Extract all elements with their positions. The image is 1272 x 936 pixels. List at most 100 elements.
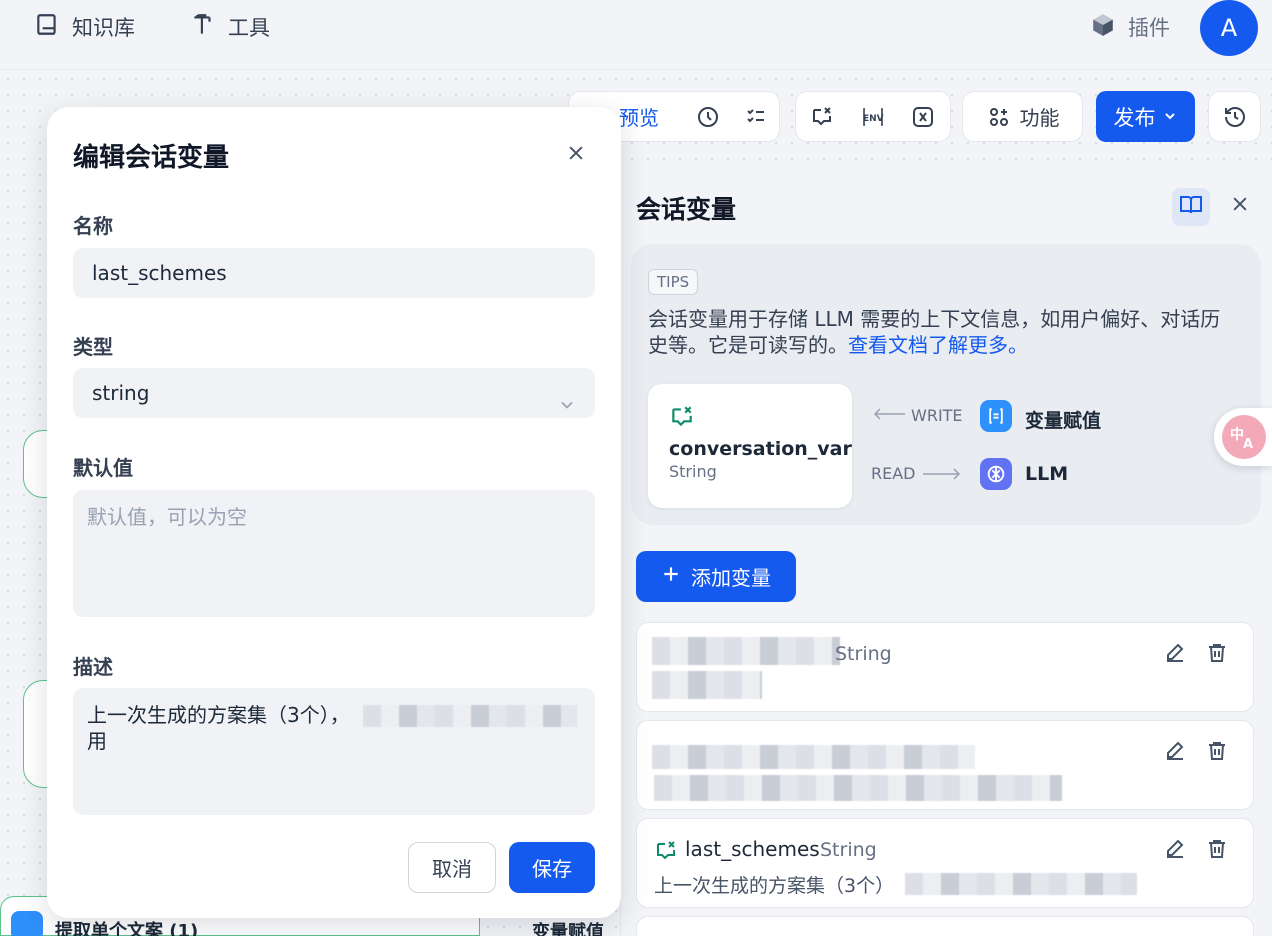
assign-node-label: 变量赋值: [532, 922, 604, 936]
edit-variable-modal: 编辑会话变量 名称 last_schemes 类型 string 默认值 描述 …: [47, 107, 621, 918]
llm-icon: [980, 458, 1012, 490]
add-variable-label: 添加变量: [691, 566, 771, 590]
example-var-name: conversation_var: [669, 438, 852, 460]
default-value-input[interactable]: [73, 490, 595, 617]
tips-tag: TIPS: [648, 269, 699, 295]
conversation-variable-icon[interactable]: [809, 104, 835, 130]
edit-icon[interactable]: [1163, 641, 1187, 669]
env-icon[interactable]: ENV: [860, 104, 886, 130]
modal-close-button[interactable]: [560, 139, 592, 171]
write-label: WRITE: [911, 406, 963, 425]
plus-icon: [661, 564, 681, 589]
description-label: 描述: [73, 655, 113, 679]
grid-plus-icon: [986, 104, 1012, 130]
save-button[interactable]: 保存: [509, 842, 595, 893]
redacted-description: [654, 775, 1062, 801]
type-value: string: [92, 381, 150, 405]
translate-icon: 中A: [1222, 415, 1266, 459]
default-value-label: 默认值: [73, 456, 133, 480]
publish-label: 发布: [1113, 105, 1156, 130]
card-actions: [1163, 641, 1229, 669]
description-line-1: 上一次生成的方案集（3个），: [87, 702, 581, 728]
hammer-icon: [190, 12, 216, 43]
features-button[interactable]: 功能: [962, 91, 1083, 142]
preview-button[interactable]: 预览: [619, 102, 659, 131]
type-label: 类型: [73, 335, 113, 359]
name-input[interactable]: last_schemes: [73, 248, 595, 298]
redacted-name: [652, 745, 975, 769]
chevron-down-icon: [1162, 105, 1178, 129]
nav-tools[interactable]: 工具: [190, 12, 270, 42]
tips-card: TIPS 会话变量用于存储 LLM 需要的上下文信息，如用户偏好、对话历史等。它…: [631, 244, 1261, 525]
translate-float-button[interactable]: 中A: [1214, 408, 1272, 466]
cube-icon: [1090, 12, 1116, 43]
name-label: 名称: [73, 214, 113, 238]
description-line-2: 用: [87, 729, 107, 753]
edit-icon[interactable]: [1163, 739, 1187, 767]
book-icon: [34, 12, 60, 43]
node-title: 提取单个文案 (1): [55, 921, 199, 936]
variable-type: String: [820, 839, 877, 861]
edit-icon[interactable]: [1163, 837, 1187, 865]
variable-card[interactable]: last_schemes String 上一次生成的方案集（3个）: [636, 818, 1254, 908]
user-avatar[interactable]: A: [1200, 0, 1258, 56]
variables-toolbar-group: ENV: [795, 91, 951, 142]
tips-text: 会话变量用于存储 LLM 需要的上下文信息，如用户偏好、对话历史等。它是可读写的…: [648, 307, 1221, 357]
read-label: READ: [871, 464, 916, 483]
variable-card[interactable]: [636, 916, 1254, 936]
name-value: last_schemes: [92, 261, 227, 285]
close-icon: [566, 143, 586, 167]
docs-button[interactable]: [1172, 188, 1210, 226]
version-history-button[interactable]: [1208, 91, 1261, 142]
variable-name: last_schemes: [685, 837, 820, 861]
system-variable-icon[interactable]: [910, 104, 936, 130]
nav-plugins[interactable]: 插件: [1090, 12, 1170, 42]
svg-text:中: 中: [1230, 426, 1244, 443]
variable-card[interactable]: [636, 720, 1254, 810]
svg-text:ENV: ENV: [863, 114, 884, 124]
variable-card[interactable]: String: [636, 622, 1254, 712]
trash-icon[interactable]: [1205, 641, 1229, 669]
checklist-history-icon[interactable]: [695, 104, 721, 130]
example-variable-box: conversation_var String: [648, 384, 852, 508]
redacted-description: [905, 873, 1137, 895]
nav-knowledge[interactable]: 知识库: [34, 12, 135, 42]
redacted-description: [652, 671, 762, 699]
panel-title: 会话变量: [636, 195, 737, 224]
cancel-button[interactable]: 取消: [408, 842, 496, 893]
redacted-name: [652, 637, 840, 665]
trash-icon[interactable]: [1205, 837, 1229, 865]
code-icon: [11, 911, 43, 936]
description-input[interactable]: 上一次生成的方案集（3个）， 用: [73, 688, 595, 815]
modal-title: 编辑会话变量: [73, 143, 230, 173]
conversation-variable-icon: [654, 839, 678, 867]
variable-type: String: [835, 643, 892, 665]
card-actions: [1163, 837, 1229, 865]
arrow-left-icon: [871, 406, 907, 426]
trash-icon[interactable]: [1205, 739, 1229, 767]
publish-button[interactable]: 发布: [1096, 91, 1195, 142]
book-open-icon: [1179, 193, 1203, 221]
nav-knowledge-label: 知识库: [72, 16, 135, 40]
top-navigation: 知识库 工具 插件 A: [0, 0, 1272, 70]
write-node-name: 变量赋值: [1025, 410, 1102, 432]
close-icon: [1230, 194, 1250, 218]
panel-close-button[interactable]: [1224, 190, 1256, 222]
nav-plugins-label: 插件: [1128, 16, 1170, 40]
conversation-variables-panel: 会话变量 TIPS 会话变量用于存储 LLM 需要的上下文信息，如用户偏好、对话…: [620, 160, 1272, 936]
nav-tools-label: 工具: [228, 16, 270, 40]
variable-description: 上一次生成的方案集（3个）: [654, 875, 895, 897]
features-label: 功能: [1019, 106, 1060, 130]
redacted-description: [363, 705, 577, 727]
checklist-icon[interactable]: [743, 104, 769, 130]
arrow-right-icon: [921, 466, 963, 486]
example-var-type: String: [669, 462, 717, 481]
svg-text:A: A: [1243, 437, 1253, 450]
card-actions: [1163, 739, 1229, 767]
add-variable-button[interactable]: 添加变量: [636, 551, 796, 602]
type-select[interactable]: string: [73, 368, 595, 418]
conversation-variable-icon: [669, 404, 695, 434]
chevron-down-icon: [557, 383, 577, 409]
docs-link[interactable]: 查看文档了解更多。: [848, 333, 1028, 357]
variable-assigner-icon: [980, 400, 1012, 432]
